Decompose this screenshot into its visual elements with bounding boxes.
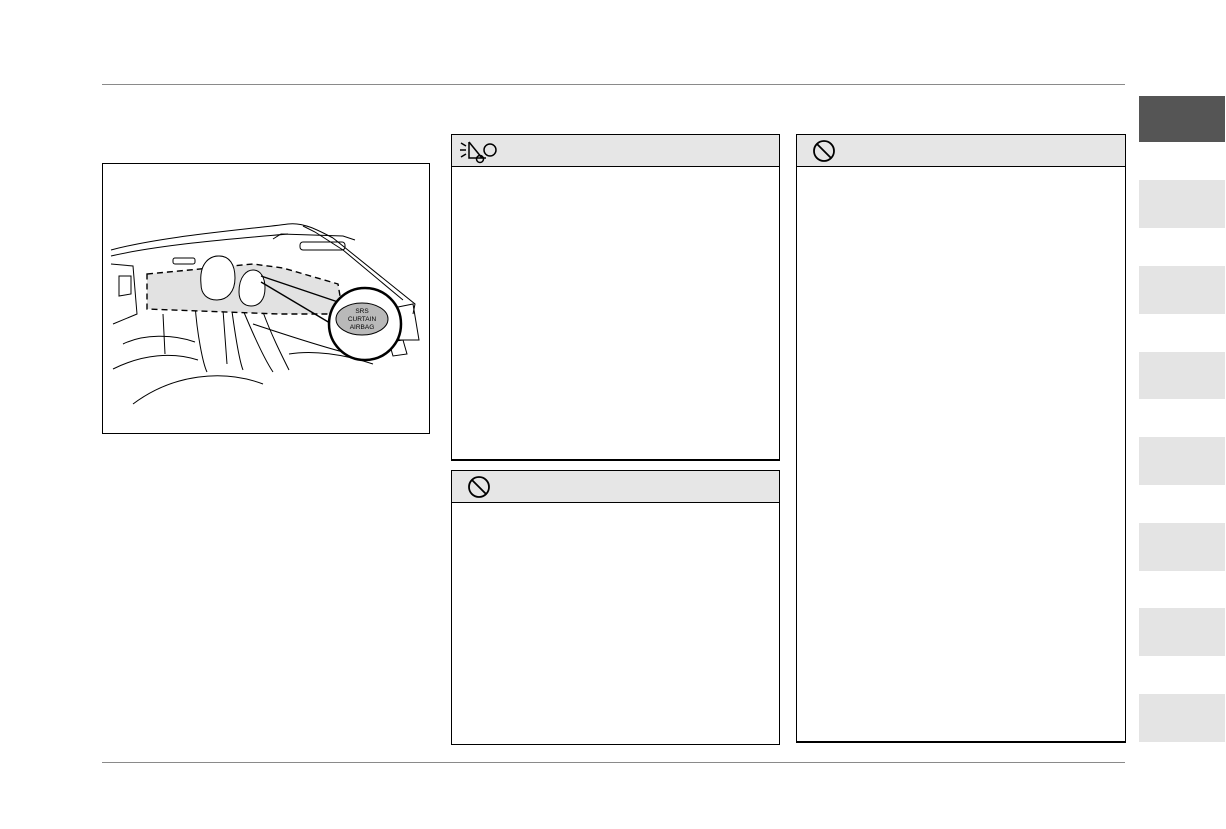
section-tab-1[interactable] (1139, 96, 1225, 142)
warning-box (451, 134, 780, 461)
prohibition-icon (813, 140, 835, 162)
prohibition-box-1 (451, 470, 780, 745)
warning-header (452, 135, 779, 167)
warning-body (452, 167, 779, 459)
prohibition-body-1 (452, 503, 779, 744)
srs-label-1: SRS (355, 308, 369, 315)
section-tab-8[interactable] (1139, 694, 1225, 742)
section-tab-3[interactable] (1139, 266, 1225, 314)
section-tab-7[interactable] (1139, 608, 1225, 656)
prohibition-header-2 (797, 135, 1125, 167)
section-tab-6[interactable] (1139, 523, 1225, 571)
section-tab-2[interactable] (1139, 180, 1225, 228)
warning-hazard-icon (460, 141, 497, 164)
prohibition-box-2 (796, 134, 1126, 743)
prohibition-body-2 (797, 167, 1125, 741)
section-tab-5[interactable] (1139, 437, 1225, 485)
srs-label-3: AIRBAG (350, 324, 375, 331)
prohibition-icon (468, 476, 490, 498)
header-rule (102, 84, 1125, 85)
vehicle-interior-drawing: SRS CURTAIN AIRBAG (110, 223, 420, 405)
footer-rule (102, 762, 1125, 763)
section-tab-4[interactable] (1139, 352, 1225, 399)
curtain-airbag-illustration: SRS CURTAIN AIRBAG (102, 163, 430, 434)
srs-label-2: CURTAIN (348, 316, 377, 323)
prohibition-header-1 (452, 471, 779, 503)
